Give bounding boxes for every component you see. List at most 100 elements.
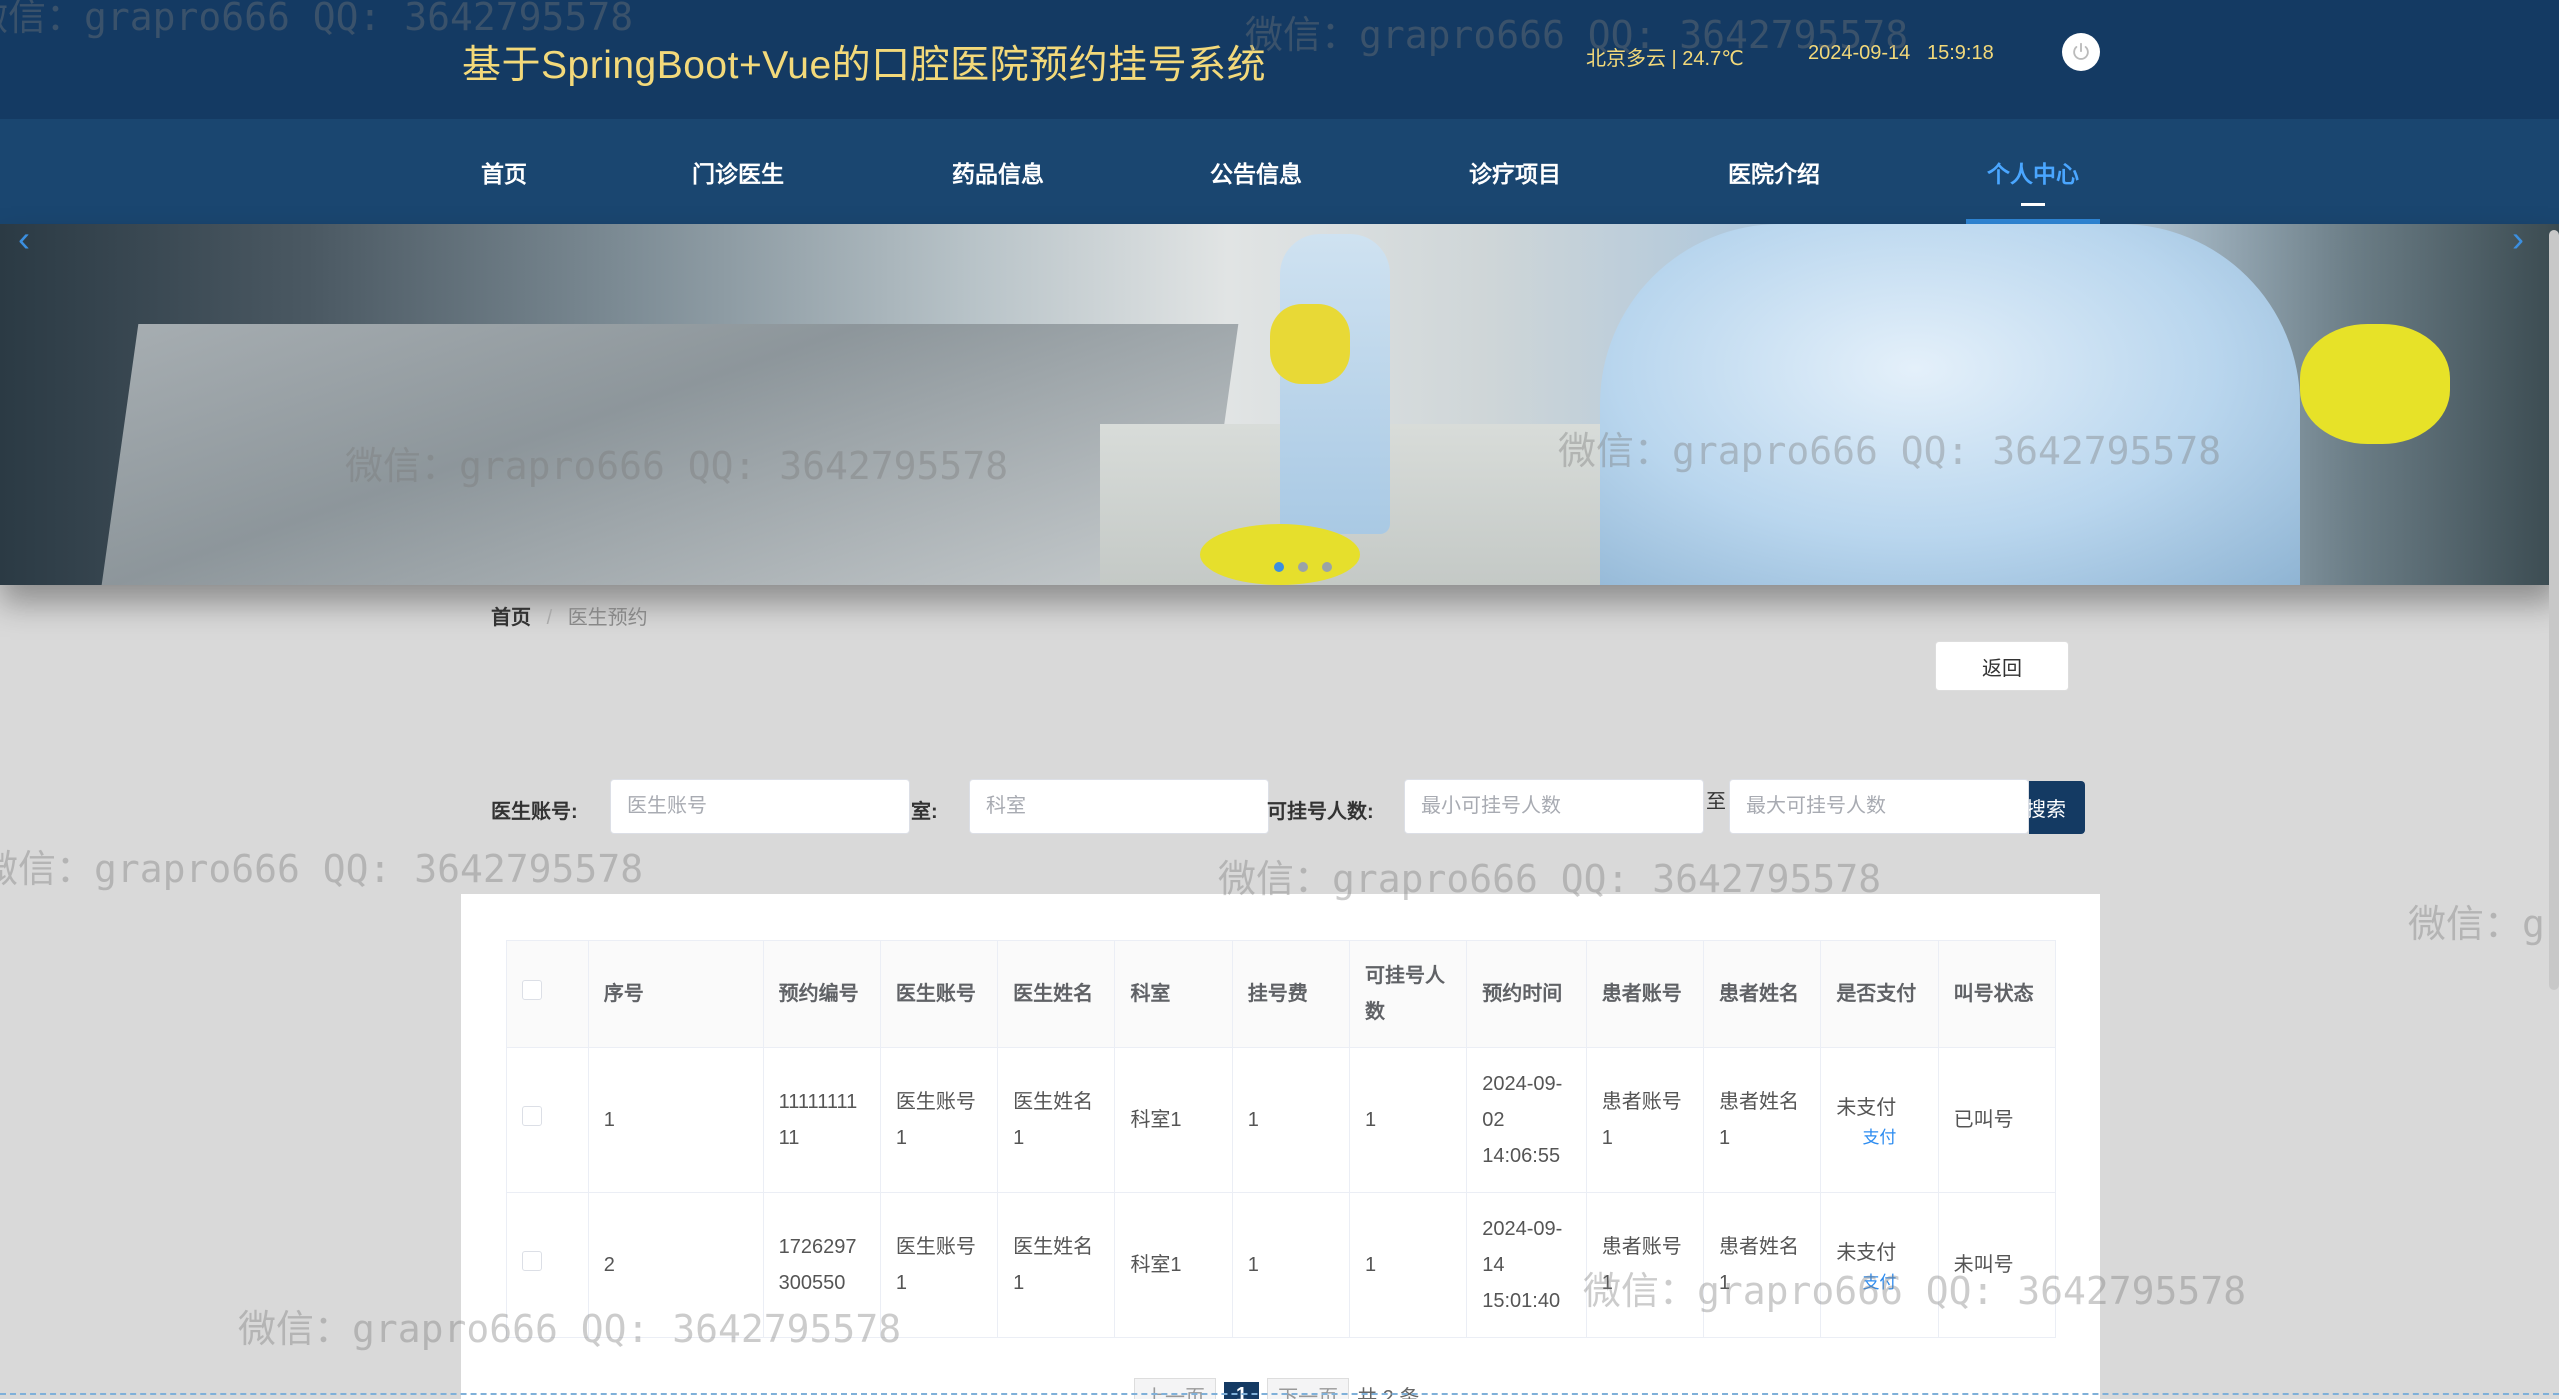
current-date: 2024-09-14 — [1808, 42, 1911, 64]
nav-personal-center[interactable]: 个人中心 — [1966, 119, 2100, 224]
cell-doctor-account: 医生账号1 — [879, 1047, 999, 1193]
table-row: 1 1111111111 医生账号1 医生姓名1 科室1 1 1 2024-09… — [506, 1047, 2056, 1193]
top-header: 基于SpringBoot+Vue的口腔医院预约挂号系统 北京多云 | 24.7℃… — [0, 0, 2559, 119]
page-number-current[interactable]: 1 — [1224, 1382, 1260, 1399]
select-all-cell — [506, 940, 589, 1048]
breadcrumb-home[interactable]: 首页 — [491, 607, 531, 629]
cell-call-status: 未叫号 — [1937, 1192, 2056, 1338]
nav-hospital-intro[interactable]: 医院介绍 — [1716, 119, 1832, 224]
col-time: 预约时间 — [1466, 940, 1587, 1048]
banner-image-staff — [1280, 234, 1390, 534]
prev-page-button[interactable]: 上一页 — [1134, 1378, 1216, 1399]
bottom-divider — [0, 1393, 2559, 1395]
banner-image-lab-equipment — [101, 324, 1239, 585]
next-page-button[interactable]: 下一页 — [1267, 1378, 1350, 1399]
paid-status: 未支付 — [1836, 1242, 1897, 1264]
carousel-next-icon[interactable]: › — [2512, 224, 2542, 257]
department-label: 室: — [911, 801, 938, 823]
cell-fee: 1 — [1231, 1192, 1350, 1338]
cell-time: 2024-09-02 14:06:55 — [1466, 1047, 1587, 1193]
total-count: 共 2 条 — [1357, 1387, 1420, 1399]
pay-link[interactable]: 支付 — [1836, 1271, 1922, 1295]
search-button[interactable]: 搜索 — [2029, 781, 2085, 834]
breadcrumb: 首页 / 医生预约 — [491, 601, 648, 630]
banner-image-yellow-bag — [1270, 304, 1350, 384]
cell-doctor-name: 医生姓名1 — [997, 1192, 1116, 1338]
select-all-checkbox[interactable] — [522, 980, 542, 1000]
col-booking-no: 预约编号 — [762, 940, 881, 1048]
watermark: 微信：grapro666 QQ: 3642795578 — [0, 847, 644, 891]
cell-call-status: 已叫号 — [1937, 1047, 2056, 1193]
col-capacity: 可挂号人数 — [1348, 940, 1468, 1048]
current-time: 15:9:18 — [1926, 42, 1994, 64]
back-button[interactable]: 返回 — [1935, 641, 2069, 691]
cell-paid: 未支付 支付 — [1820, 1192, 1939, 1338]
carousel-dots — [1274, 562, 1332, 572]
main-nav: 首页 门诊医生 药品信息 公告信息 诊疗项目 医院介绍 个人中心 — [0, 119, 2559, 224]
nav-medicine[interactable]: 药品信息 — [940, 119, 1056, 224]
nav-treatments[interactable]: 诊疗项目 — [1457, 119, 1573, 224]
col-patient-account: 患者账号 — [1585, 940, 1705, 1048]
max-capacity-input[interactable] — [1729, 779, 2029, 834]
results-panel: 序号 预约编号 医生账号 医生姓名 科室 挂号费 可挂号人数 预约时间 患者账号… — [461, 894, 2100, 1399]
col-department: 科室 — [1114, 940, 1233, 1048]
breadcrumb-current: 医生预约 — [567, 607, 648, 629]
min-capacity-input[interactable] — [1404, 779, 1704, 834]
col-index: 序号 — [587, 940, 764, 1048]
cell-department: 科室1 — [1114, 1192, 1233, 1338]
table-row: 2 1726297300550 医生账号1 医生姓名1 科室1 1 1 2024… — [506, 1192, 2056, 1338]
cell-capacity: 1 — [1348, 1047, 1468, 1193]
appointments-table: 序号 预约编号 医生账号 医生姓名 科室 挂号费 可挂号人数 预约时间 患者账号… — [506, 940, 2056, 1338]
col-doctor-account: 医生账号 — [879, 940, 999, 1048]
row-checkbox[interactable] — [522, 1106, 542, 1126]
site-title: 基于SpringBoot+Vue的口腔医院预约挂号系统 — [462, 44, 1267, 87]
col-patient-name: 患者姓名 — [1703, 940, 1822, 1048]
banner-image-yellow-bin — [1200, 524, 1360, 585]
weather-info: 北京多云 | 24.7℃ — [1586, 48, 1744, 70]
power-icon — [2073, 42, 2089, 60]
range-separator: 至 — [1706, 791, 1726, 813]
cell-patient-account: 患者账号1 — [1585, 1047, 1705, 1193]
doctor-account-input[interactable] — [610, 779, 910, 834]
cell-index: 1 — [587, 1047, 764, 1193]
cell-department: 科室1 — [1114, 1047, 1233, 1193]
watermark: 微信：grapro666 QQ: 3642795578 — [2408, 902, 2559, 946]
search-button-label: 搜索 — [2029, 799, 2066, 821]
col-call-status: 叫号状态 — [1937, 940, 2056, 1048]
nav-home[interactable]: 首页 — [462, 119, 546, 224]
col-fee: 挂号费 — [1231, 940, 1350, 1048]
department-input[interactable] — [969, 779, 1269, 834]
cell-booking-no: 1726297300550 — [762, 1192, 881, 1338]
banner-image-yellow-bag-right — [2300, 324, 2450, 444]
nav-notices[interactable]: 公告信息 — [1198, 119, 1314, 224]
page-scrollbar[interactable] — [2549, 230, 2559, 990]
cell-patient-account: 患者账号1 — [1585, 1192, 1705, 1338]
cell-capacity: 1 — [1348, 1192, 1468, 1338]
cell-patient-name: 患者姓名1 — [1703, 1192, 1822, 1338]
date-time: 2024-09-14 15:9:18 — [1808, 42, 1994, 65]
col-paid: 是否支付 — [1820, 940, 1939, 1048]
row-select-cell — [506, 1192, 589, 1338]
cell-booking-no: 1111111111 — [762, 1047, 881, 1193]
table-scroll-area[interactable]: 序号 预约编号 医生账号 医生姓名 科室 挂号费 可挂号人数 预约时间 患者账号… — [506, 940, 2056, 1340]
banner-carousel[interactable]: ‹ › — [0, 224, 2559, 585]
row-select-cell — [506, 1047, 589, 1193]
cell-index: 2 — [587, 1192, 764, 1338]
carousel-dot-3[interactable] — [1322, 562, 1332, 572]
carousel-dot-2[interactable] — [1298, 562, 1308, 572]
cell-time: 2024-09-14 15:01:40 — [1466, 1192, 1587, 1338]
nav-personal-center-label: 个人中心 — [1987, 160, 2079, 187]
row-checkbox[interactable] — [522, 1251, 542, 1271]
table-header-row: 序号 预约编号 医生账号 医生姓名 科室 挂号费 可挂号人数 预约时间 患者账号… — [506, 940, 2056, 1048]
logout-button[interactable] — [2062, 33, 2100, 71]
carousel-prev-icon[interactable]: ‹ — [18, 224, 48, 257]
carousel-dot-1[interactable] — [1274, 562, 1284, 572]
breadcrumb-separator: / — [546, 607, 553, 629]
cell-paid: 未支付 支付 — [1820, 1047, 1939, 1193]
pay-link[interactable]: 支付 — [1836, 1126, 1922, 1150]
nav-doctors[interactable]: 门诊医生 — [680, 119, 796, 224]
cell-doctor-name: 医生姓名1 — [997, 1047, 1116, 1193]
col-doctor-name: 医生姓名 — [997, 940, 1116, 1048]
doctor-account-label: 医生账号: — [491, 801, 578, 823]
banner-image-doctor — [1600, 224, 2300, 585]
